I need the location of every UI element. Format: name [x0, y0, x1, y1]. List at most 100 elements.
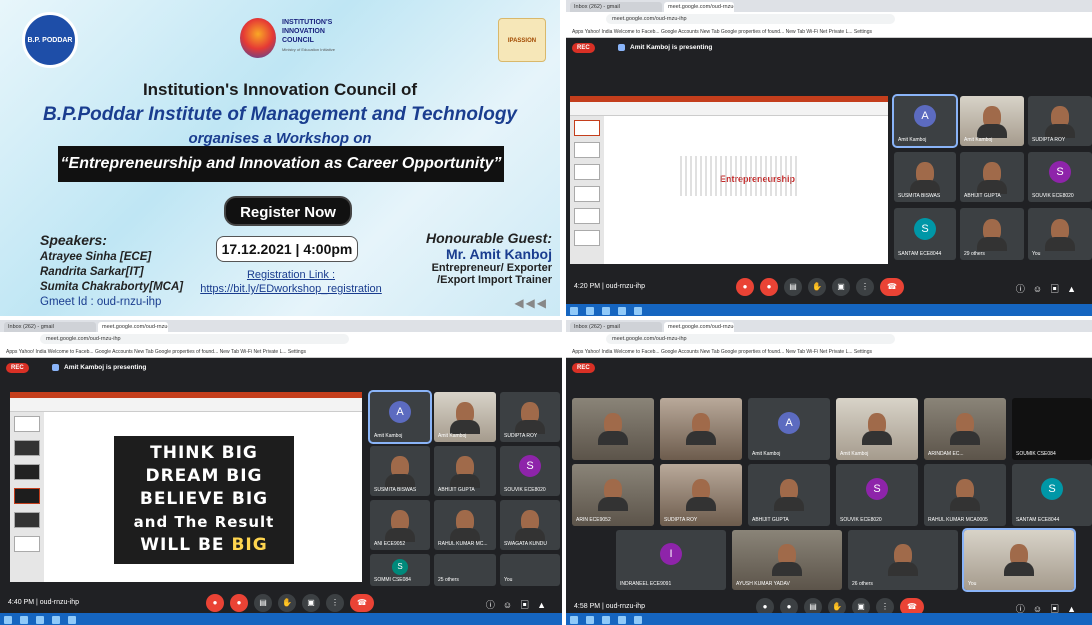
participant-tile[interactable]: RAHUL KUMAR MCA0005	[924, 464, 1006, 526]
participant-tile[interactable]: SUSMITA BISWAS	[894, 152, 956, 202]
workshop-topic: “Entrepreneurship and Innovation as Care…	[58, 146, 504, 182]
participant-tile[interactable]: You	[962, 528, 1076, 592]
present-button[interactable]: ▣	[832, 278, 850, 296]
chalk-line-2: DREAM BIG	[145, 466, 263, 486]
participant-tile[interactable]: SOUMIK CSE084	[1012, 398, 1092, 460]
guest-role-2: /Export Import Trainer	[437, 274, 552, 286]
end-call-button[interactable]: ☎	[350, 594, 374, 612]
meeting-time: 4:40 PM | oud-rnzu-ihp	[8, 599, 80, 606]
browser-tabbar: Inbox (262) - gmail meet.google.com/oud-…	[0, 320, 562, 332]
participant-tile[interactable]: SUDIPTA ROY	[500, 392, 560, 442]
chalk-line-4: and The Result	[133, 513, 275, 531]
participant-tile[interactable]: ABHIJIT GUPTA	[960, 152, 1024, 202]
mic-button[interactable]: ●	[736, 278, 754, 296]
tab-meet[interactable]: meet.google.com/oud-rnzu-ihp	[664, 322, 734, 332]
participant-tile[interactable]: RAHUL KUMAR MC...	[434, 500, 496, 550]
register-now-button[interactable]: Register Now	[224, 196, 352, 226]
meet-header: REC Amit Kamboj is presenting	[0, 358, 562, 380]
participant-tile[interactable]: A Amit Kamboj	[748, 398, 830, 460]
participant-tile[interactable]: You	[500, 554, 560, 586]
participant-tile[interactable]: ARINDAM EC...	[924, 398, 1006, 460]
participant-tile[interactable]: Amit Kamboj	[836, 398, 918, 460]
iic-line2: INNOVATION	[282, 28, 325, 35]
rec-badge: REC	[6, 363, 29, 373]
participant-tile[interactable]: 26 others	[848, 530, 958, 590]
participant-tile[interactable]: Amit Kamboj	[960, 96, 1024, 146]
control-buttons: ● ● ▤ ✋ ▣ ⋮ ☎	[736, 278, 904, 296]
os-taskbar	[566, 613, 1092, 625]
poster-title-2: B.P.Poddar Institute of Management and T…	[43, 104, 517, 125]
participant-tile[interactable]: 29 others	[960, 208, 1024, 260]
bpp-logo: B.P. PODDAR	[22, 12, 78, 68]
tab-inbox[interactable]: Inbox (262) - gmail	[570, 322, 662, 332]
participant-tile[interactable]: S SOUVIK ECE8020	[500, 446, 560, 496]
captions-button[interactable]: ▤	[254, 594, 272, 612]
tab-meet[interactable]: meet.google.com/oud-rnzu-ihp	[98, 322, 168, 332]
guest-role-1: Entrepreneur/ Exporter	[431, 262, 552, 274]
participant-tile[interactable]: S SANTAM ECE8044	[894, 208, 956, 260]
participant-tile[interactable]: SWAGATA KUNDU	[500, 500, 560, 550]
participant-tile[interactable]: ARIN ECE9052	[572, 464, 654, 526]
participant-tile[interactable]: S SANTAM ECE8044	[1012, 464, 1092, 526]
participant-tile[interactable]: SUSMITA BISWAS	[370, 446, 430, 496]
meet-header: REC	[566, 358, 1092, 380]
speakers-heading: Speakers:	[40, 232, 107, 248]
meet-screen-1: Inbox (262) - gmail meet.google.com/oud-…	[566, 0, 1092, 316]
poster-title-1: Institution's Innovation Council of	[142, 80, 418, 99]
participant-tile[interactable]: AYUSH KUMAR YADAV	[732, 530, 842, 590]
participant-tile[interactable]: I INDRANEEL ECE9091	[616, 530, 726, 590]
participant-tile[interactable]: ANI ECE9052	[370, 500, 430, 550]
bookmarks-bar: Apps Yahoo! India Welcome to Faceb... Go…	[566, 346, 1092, 358]
hand-button[interactable]: ✋	[808, 278, 826, 296]
ppt-ribbon	[10, 392, 362, 412]
mic-button[interactable]: ●	[206, 594, 224, 612]
participant-tile[interactable]: ABHIJIT GUPTA	[434, 446, 496, 496]
participant-tile[interactable]: Amit Kamboj	[434, 392, 496, 442]
browser-tabbar: Inbox (262) - gmail meet.google.com/oud-…	[566, 0, 1092, 12]
tab-inbox[interactable]: Inbox (262) - gmail	[570, 2, 662, 12]
registration-url[interactable]: https://bit.ly/EDworkshop_registration	[196, 282, 386, 296]
think-big-slide: THINK BIG DREAM BIG BELIEVE BIG and The …	[114, 436, 294, 564]
participant-tile[interactable]: A Amit Kamboj	[368, 390, 432, 444]
participant-tile[interactable]: SUDIPTA ROY	[660, 464, 742, 526]
ipassion-badge: IPASSION	[498, 18, 546, 62]
end-call-button[interactable]: ☎	[880, 278, 904, 296]
address-input[interactable]: meet.google.com/oud-rnzu-ihp	[606, 334, 896, 344]
shared-slide: THINK BIG DREAM BIG BELIEVE BIG and The …	[10, 392, 362, 582]
presenting-banner: Amit Kamboj is presenting	[614, 42, 716, 53]
ppt-thumbnails	[10, 412, 44, 582]
tab-inbox[interactable]: Inbox (262) - gmail	[4, 322, 96, 332]
camera-button[interactable]: ●	[760, 278, 778, 296]
captions-button[interactable]: ▤	[784, 278, 802, 296]
participant-tile[interactable]	[572, 398, 654, 460]
address-input[interactable]: meet.google.com/oud-rnzu-ihp	[606, 14, 896, 24]
registration-link: Registration Link : https://bit.ly/EDwor…	[196, 268, 386, 296]
os-taskbar	[566, 304, 1092, 316]
participant-tile[interactable]: S SOUVIK ECE8020	[1028, 152, 1092, 202]
bpp-logo-text: B.P. PODDAR	[27, 37, 73, 44]
tab-meet[interactable]: meet.google.com/oud-rnzu-ihp	[664, 2, 734, 12]
participant-tile[interactable]	[660, 398, 742, 460]
iic-line1: INSTITUTION'S	[282, 19, 333, 26]
more-button[interactable]: ⋮	[856, 278, 874, 296]
url-bar: meet.google.com/oud-rnzu-ihp	[566, 332, 1092, 346]
participant-tile[interactable]: S SOMMI CSE084	[370, 554, 430, 586]
participant-tile[interactable]: A Amit Kamboj	[892, 94, 958, 148]
present-button[interactable]: ▣	[302, 594, 320, 612]
camera-button[interactable]: ●	[230, 594, 248, 612]
guest-block: Honourable Guest: Mr. Amit Kanboj Entrep…	[426, 230, 552, 286]
side-controls-icon[interactable]: ⓘ☺▣▲	[486, 598, 554, 611]
more-button[interactable]: ⋮	[326, 594, 344, 612]
participant-tile[interactable]: ABHIJIT GUPTA	[748, 464, 830, 526]
speakers-block: Speakers: Atrayee Sinha [ECE] Randrita S…	[40, 230, 183, 310]
iic-logo: INSTITUTION'S INNOVATION COUNCIL Ministr…	[240, 14, 350, 66]
workshop-poster: B.P. PODDAR INSTITUTION'S INNOVATION COU…	[0, 0, 560, 316]
participant-tile[interactable]: S SOUVIK ECE8020	[836, 464, 918, 526]
participant-tile[interactable]: You	[1028, 208, 1092, 260]
hand-button[interactable]: ✋	[278, 594, 296, 612]
participant-tile[interactable]: 25 others	[434, 554, 496, 586]
address-input[interactable]: meet.google.com/oud-rnzu-ihp	[40, 334, 350, 344]
rec-badge: REC	[572, 363, 595, 373]
participant-tile[interactable]: SUDIPTA ROY	[1028, 96, 1092, 146]
side-controls-icon[interactable]: ⓘ☺▣▲	[1016, 282, 1084, 295]
